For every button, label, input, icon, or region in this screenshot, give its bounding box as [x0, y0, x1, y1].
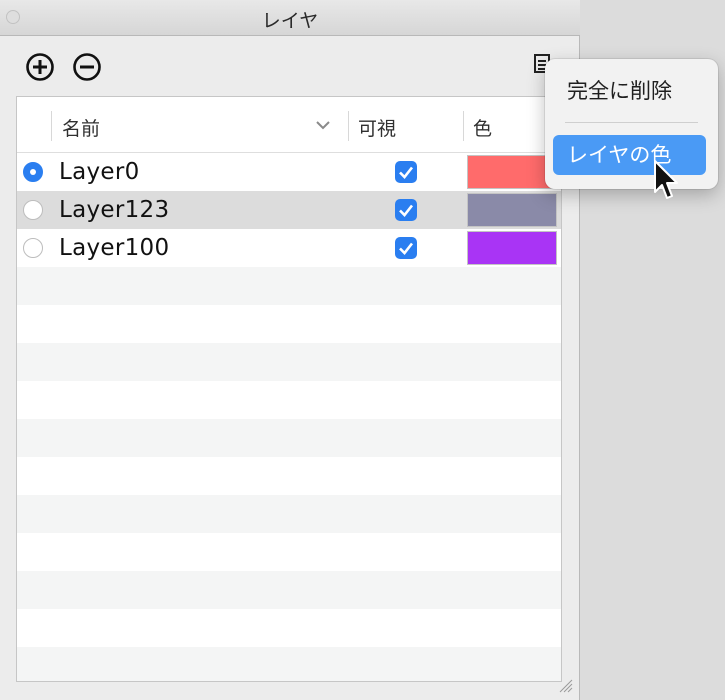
layers-panel: レイヤ 名前 可視 色 Layer0 Layer123 Layer100: [0, 0, 580, 700]
column-header-color[interactable]: 色: [473, 114, 492, 141]
empty-row: [17, 495, 561, 533]
empty-row: [17, 533, 561, 571]
empty-row: [17, 647, 561, 681]
layer-color-swatch[interactable]: [467, 155, 557, 189]
active-layer-radio[interactable]: [23, 238, 43, 258]
menu-divider: [565, 122, 698, 123]
column-separator: [51, 111, 52, 141]
table-header: 名前 可視 色: [17, 97, 561, 153]
layers-table: 名前 可視 色 Layer0 Layer123 Layer100: [16, 96, 562, 682]
empty-row: [17, 457, 561, 495]
delete-permanently-menu-item[interactable]: 完全に削除: [553, 71, 706, 111]
empty-row: [17, 343, 561, 381]
title-bar[interactable]: レイヤ: [0, 0, 580, 36]
checkmark-icon: [399, 242, 414, 255]
empty-row: [17, 571, 561, 609]
checkmark-icon: [399, 204, 414, 217]
layer-color-swatch[interactable]: [467, 231, 557, 265]
layer-name: Layer100: [59, 235, 170, 261]
table-row[interactable]: Layer123: [17, 191, 561, 229]
layer-name: Layer123: [59, 197, 170, 223]
empty-row: [17, 609, 561, 647]
column-separator: [348, 111, 349, 141]
table-row[interactable]: Layer100: [17, 229, 561, 267]
visible-checkbox[interactable]: [395, 237, 417, 259]
empty-row: [17, 267, 561, 305]
layer-name: Layer0: [59, 159, 140, 185]
visible-checkbox[interactable]: [395, 199, 417, 221]
layer-color-menu-item[interactable]: レイヤの色: [553, 135, 706, 175]
context-menu: 完全に削除 レイヤの色: [545, 59, 718, 189]
active-layer-radio[interactable]: [23, 200, 43, 220]
add-layer-button[interactable]: [25, 52, 55, 82]
window-title: レイヤ: [261, 10, 319, 32]
empty-row: [17, 419, 561, 457]
column-header-visible[interactable]: 可視: [358, 114, 396, 141]
minus-circle-icon: [73, 53, 101, 81]
remove-layer-button[interactable]: [72, 52, 102, 82]
layer-color-swatch[interactable]: [467, 193, 557, 227]
column-separator: [463, 111, 464, 141]
resize-grip-icon[interactable]: [556, 676, 574, 694]
empty-row: [17, 381, 561, 419]
checkmark-icon: [399, 166, 414, 179]
visible-checkbox[interactable]: [395, 161, 417, 183]
empty-row: [17, 305, 561, 343]
plus-circle-icon: [26, 53, 54, 81]
chevron-down-icon[interactable]: [315, 119, 331, 131]
active-layer-radio[interactable]: [23, 162, 43, 182]
column-header-name[interactable]: 名前: [62, 114, 100, 141]
table-row[interactable]: Layer0: [17, 153, 561, 191]
pointer-cursor-icon: [654, 160, 678, 199]
